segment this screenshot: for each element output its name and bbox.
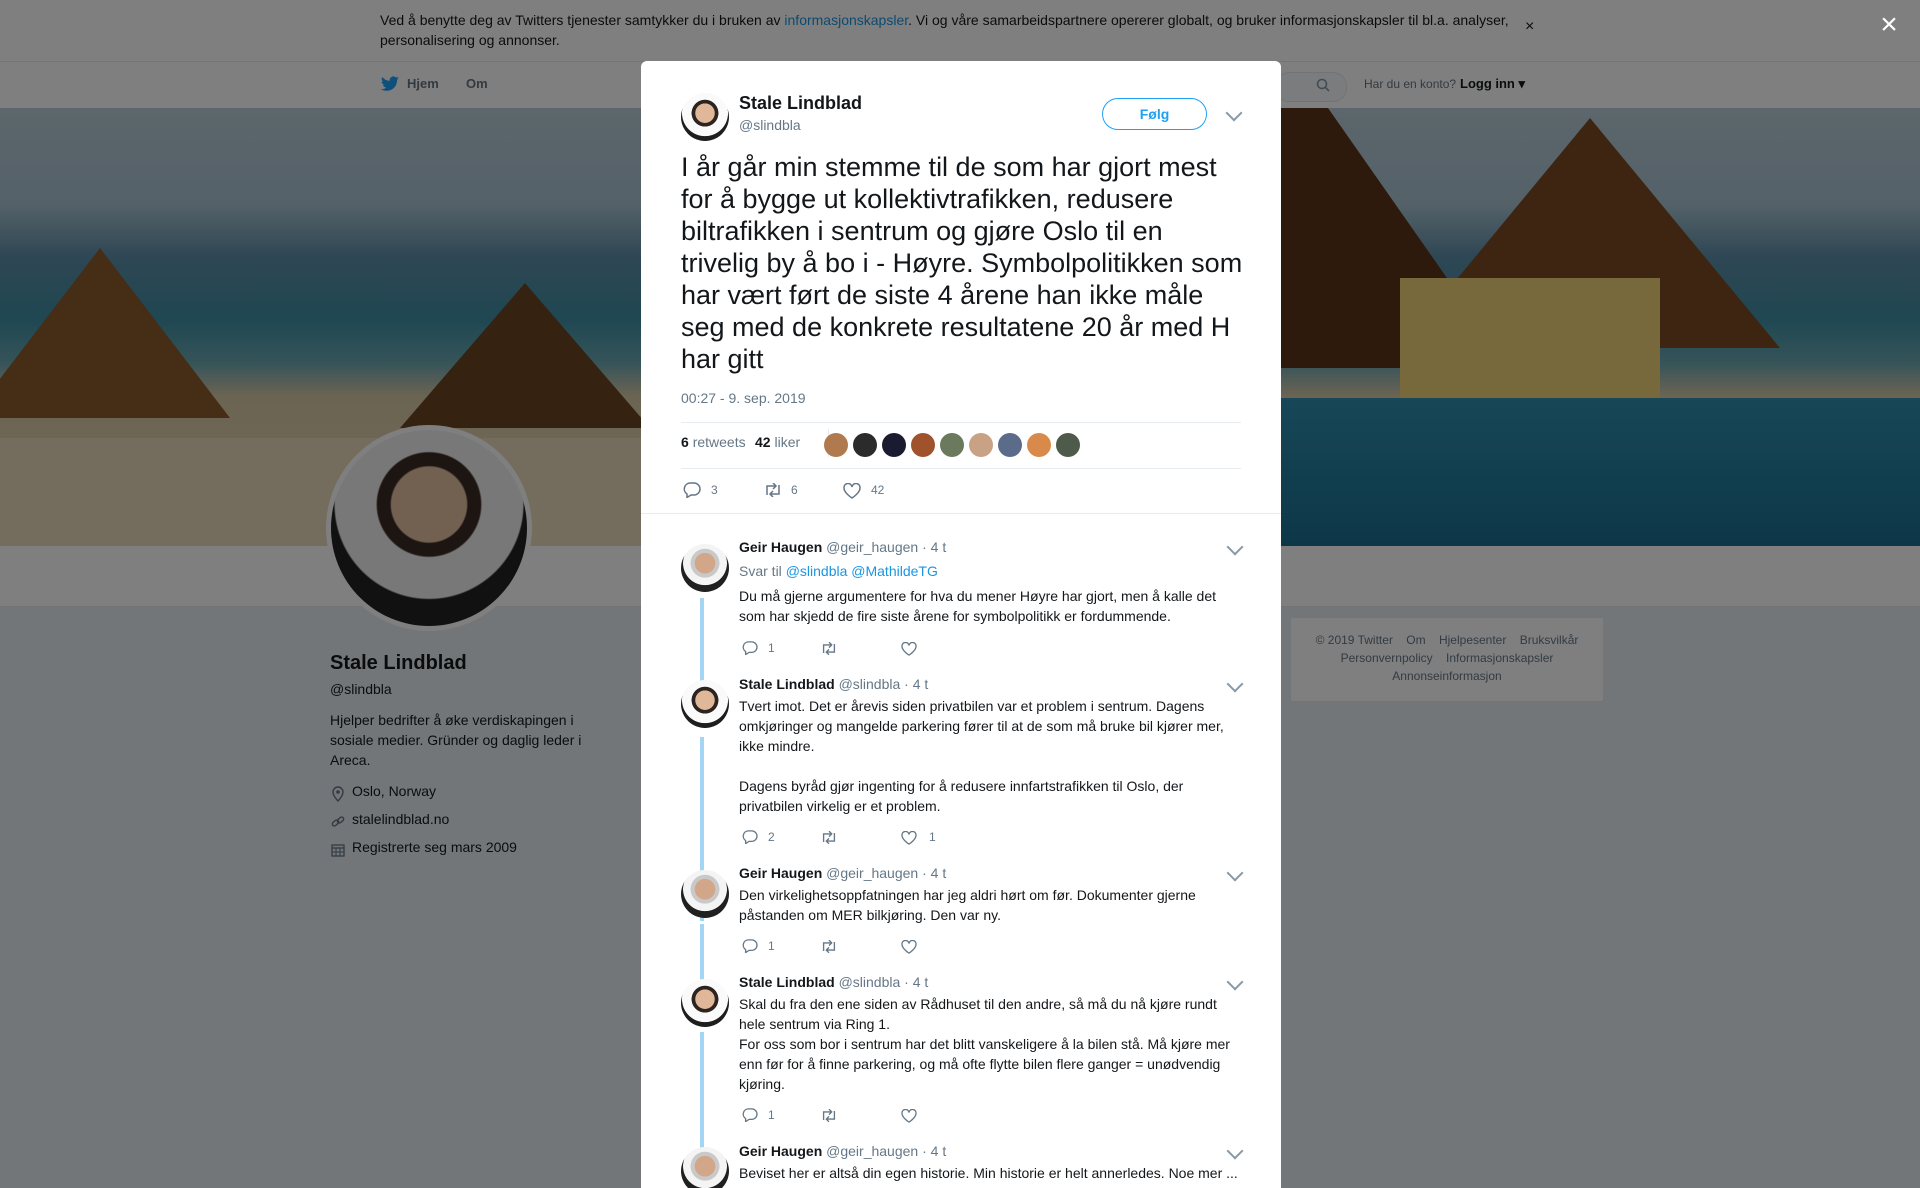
reply-header: Geir Haugen @geir_haugen · 4 t — [739, 865, 946, 881]
liker-avatar[interactable] — [940, 433, 964, 457]
retweet-count: 6 — [791, 483, 798, 497]
reply-to-mentions[interactable]: @slindbla @MathildeTG — [786, 563, 938, 579]
reply-icon[interactable] — [742, 641, 758, 660]
reply-text: Beviset her er altså din egen historie. … — [739, 1165, 1238, 1181]
reply-author-avatar[interactable] — [681, 680, 729, 728]
heart-icon[interactable] — [901, 641, 917, 661]
reply-header: Geir Haugen @geir_haugen · 4 t — [739, 539, 946, 555]
divider — [681, 422, 1241, 423]
reply-more-chevron-icon[interactable] — [1226, 864, 1244, 882]
reply-text: Tvert imot. Det er årevis siden privatbi… — [739, 698, 1224, 814]
heart-icon[interactable] — [901, 830, 917, 850]
reply-header: Stale Lindblad @slindbla · 4 t — [739, 676, 928, 692]
reply-time[interactable]: · 4 t — [922, 1143, 946, 1159]
reply-author-handle[interactable]: @slindbla — [839, 676, 901, 692]
reply-count: 3 — [711, 483, 718, 497]
reply-author-handle[interactable]: @geir_haugen — [826, 539, 918, 555]
reply-count: 1 — [768, 939, 775, 953]
retweet-icon[interactable] — [820, 939, 838, 958]
tweet-author-handle[interactable]: @slindbla — [739, 117, 801, 133]
reply-time[interactable]: · 4 t — [922, 865, 946, 881]
reply-time[interactable]: · 4 t — [922, 539, 946, 555]
tweet-author-name[interactable]: Stale Lindblad — [739, 93, 862, 114]
reply-count: 2 — [768, 830, 775, 844]
retweet-icon[interactable] — [820, 1108, 838, 1127]
retweet-icon[interactable] — [820, 830, 838, 849]
reply-time[interactable]: · 4 t — [904, 974, 928, 990]
reply-more-chevron-icon[interactable] — [1226, 675, 1244, 693]
reply-author-name[interactable]: Geir Haugen — [739, 1143, 822, 1159]
retweets-stat[interactable]: 6 retweets — [681, 434, 746, 450]
reply-text: Skal du fra den ene siden av Rådhuset ti… — [739, 996, 1230, 1092]
reply-icon[interactable] — [742, 830, 758, 849]
tweet-author-avatar[interactable] — [681, 93, 729, 141]
reply-author-name[interactable]: Geir Haugen — [739, 865, 822, 881]
reply-count: 1 — [768, 641, 775, 655]
reply-icon[interactable] — [742, 1108, 758, 1127]
liker-avatar[interactable] — [1027, 433, 1051, 457]
divider — [681, 468, 1241, 469]
liker-avatar[interactable] — [998, 433, 1022, 457]
reply-author-name[interactable]: Geir Haugen — [739, 539, 822, 555]
reply-icon[interactable] — [683, 482, 701, 503]
tweet-modal: Stale Lindblad @slindbla Følg I år går m… — [641, 61, 1281, 1188]
reply-author-handle[interactable]: @geir_haugen — [826, 865, 918, 881]
liker-avatar[interactable] — [853, 433, 877, 457]
reply-count: 1 — [768, 1108, 775, 1122]
reply-icon[interactable] — [742, 939, 758, 958]
tweet-text: I år går min stemme til de som har gjort… — [681, 152, 1243, 374]
liker-avatar[interactable] — [882, 433, 906, 457]
reply-author-avatar[interactable] — [681, 1147, 729, 1188]
tweet-timestamp[interactable]: 00:27 - 9. sep. 2019 — [681, 390, 806, 406]
reply-time[interactable]: · 4 t — [904, 676, 928, 692]
reply-author-handle[interactable]: @geir_haugen — [826, 1143, 918, 1159]
liker-avatar[interactable] — [969, 433, 993, 457]
reply-text: Den virkelighetsoppfatningen har jeg ald… — [739, 887, 1196, 923]
reply-author-avatar[interactable] — [681, 544, 729, 592]
reply-author-avatar[interactable] — [681, 870, 729, 918]
reply-more-chevron-icon[interactable] — [1226, 538, 1244, 556]
heart-icon[interactable] — [901, 939, 917, 959]
liker-avatar[interactable] — [1056, 433, 1080, 457]
likes-stat[interactable]: 42 liker — [755, 434, 800, 450]
heart-icon[interactable] — [901, 1108, 917, 1128]
reply-text: Du må gjerne argumentere for hva du mene… — [739, 588, 1217, 624]
reply-to-line: Svar til @slindbla @MathildeTG — [739, 563, 938, 579]
reply-more-chevron-icon[interactable] — [1226, 1142, 1244, 1160]
tweet-more-chevron-icon[interactable] — [1225, 104, 1243, 122]
reply-author-name[interactable]: Stale Lindblad — [739, 676, 835, 692]
reply-author-handle[interactable]: @slindbla — [839, 974, 901, 990]
reply-author-avatar[interactable] — [681, 979, 729, 1027]
reply-author-name[interactable]: Stale Lindblad — [739, 974, 835, 990]
like-count: 1 — [929, 830, 936, 844]
liker-avatar[interactable] — [824, 433, 848, 457]
close-modal-button[interactable]: × — [1874, 10, 1904, 40]
follow-button[interactable]: Følg — [1102, 98, 1207, 130]
heart-icon[interactable] — [843, 482, 861, 504]
reply-more-chevron-icon[interactable] — [1226, 973, 1244, 991]
divider — [641, 513, 1281, 514]
liker-avatar[interactable] — [911, 433, 935, 457]
retweet-icon[interactable] — [763, 482, 783, 502]
retweet-icon[interactable] — [820, 641, 838, 660]
reply-header: Stale Lindblad @slindbla · 4 t — [739, 974, 928, 990]
like-count: 42 — [871, 483, 885, 497]
reply-header: Geir Haugen @geir_haugen · 4 t — [739, 1143, 946, 1159]
